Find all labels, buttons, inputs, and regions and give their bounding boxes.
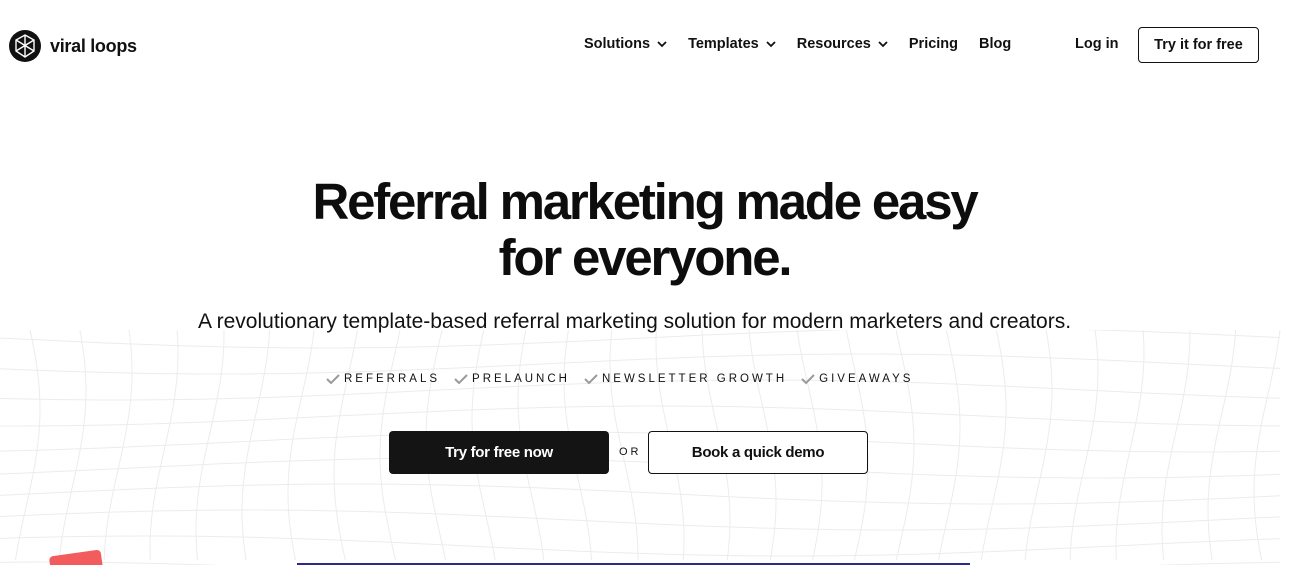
nav-item-label: Resources (796, 36, 871, 52)
nav-item-resources[interactable]: Resources (797, 36, 889, 52)
brand-logo[interactable]: viral loops (9, 30, 137, 62)
viral-loops-logo-icon (9, 30, 41, 62)
nav-item-templates[interactable]: Templates (688, 36, 777, 52)
try-it-free-button[interactable]: Try it for free (1138, 27, 1259, 63)
chevron-down-icon (657, 41, 667, 48)
feature-item: PRELAUNCH (454, 373, 570, 385)
feature-item: GIVEAWAYS (801, 373, 913, 385)
check-icon (801, 374, 815, 385)
nav-item-label: Blog (979, 36, 1012, 52)
nav-item-label: Templates (688, 36, 759, 52)
nav-item-blog[interactable]: Blog (979, 36, 1011, 52)
grid-background (0, 330, 1281, 565)
chevron-down-icon (878, 41, 888, 48)
check-icon (326, 374, 340, 385)
nav-item-label: Solutions (584, 36, 651, 52)
site-header: viral loops Solutions Templates Resource… (0, 0, 1289, 90)
feature-label: NEWSLETTER GROWTH (601, 373, 788, 385)
hero-title-line-2: for everyone. (498, 229, 793, 286)
feature-label: REFERRALS (344, 373, 441, 385)
chevron-down-icon (766, 41, 776, 48)
nav-item-pricing[interactable]: Pricing (909, 36, 958, 52)
hero-subtitle: A revolutionary template-based referral … (197, 310, 1072, 333)
login-link[interactable]: Log in (1075, 36, 1119, 52)
feature-list: REFERRALS PRELAUNCH NEWSLETTER GROWTH GI… (326, 373, 927, 385)
feature-label: GIVEAWAYS (819, 373, 914, 385)
check-icon (454, 374, 468, 385)
feature-item: NEWSLETTER GROWTH (584, 373, 787, 385)
landing-page: viral loops Solutions Templates Resource… (0, 0, 1289, 565)
hero-title: Referral marketing made easy for everyon… (0, 174, 1289, 286)
feature-item: REFERRALS (326, 373, 440, 385)
check-icon (584, 374, 598, 385)
try-for-free-now-button[interactable]: Try for free now (389, 431, 609, 474)
book-demo-button[interactable]: Book a quick demo (648, 431, 868, 474)
feature-label: PRELAUNCH (472, 373, 570, 385)
hero-title-line-1: Referral marketing made easy (312, 173, 978, 230)
nav-item-label: Pricing (908, 36, 959, 52)
main-nav: Solutions Templates Resources Pricing Bl… (584, 36, 1032, 52)
brand-name: viral loops (50, 35, 137, 56)
or-separator: OR (619, 446, 642, 458)
nav-item-solutions[interactable]: Solutions (584, 36, 668, 52)
